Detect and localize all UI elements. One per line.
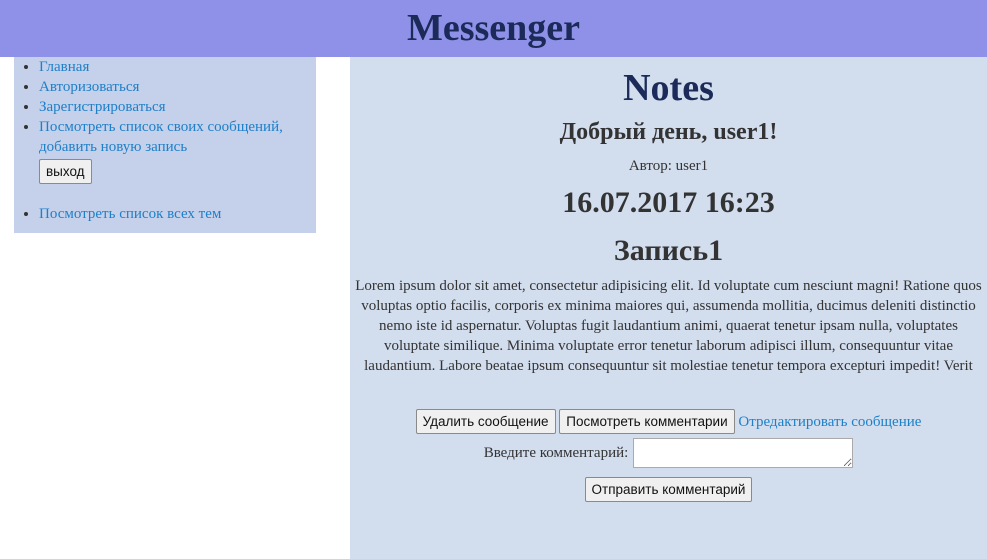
list-item: Авторизоваться	[39, 77, 316, 97]
greeting: Добрый день, user1!	[559, 119, 778, 145]
message-actions: Удалить сообщение Посмотреть комментарии…	[350, 409, 987, 434]
nav-link-home[interactable]: Главная	[39, 59, 89, 75]
main-content: Notes Добрый день, user1! Автор: user1 1…	[350, 57, 987, 559]
nav-link-my-messages[interactable]: Посмотреть список своих сообщений, добав…	[39, 119, 283, 155]
comment-form: Введите комментарий:	[350, 438, 987, 468]
list-item: Посмотреть список всех тем	[39, 204, 316, 224]
send-row: Отправить комментарий	[350, 477, 987, 502]
view-comments-button[interactable]: Посмотреть комментарии	[559, 409, 735, 434]
logout-wrap: выход	[14, 159, 316, 184]
message-title: Запись1	[613, 234, 724, 267]
message-body: Lorem ipsum dolor sit amet, consectetur …	[355, 278, 982, 374]
delete-message-button[interactable]: Удалить сообщение	[415, 409, 556, 434]
site-title: Messenger	[406, 7, 581, 49]
sidebar-menu-secondary: Посмотреть список всех тем	[14, 204, 316, 224]
list-item: Главная	[39, 57, 316, 77]
sidebar: Главная Авторизоваться Зарегистрироватьс…	[14, 57, 316, 233]
edit-message-link[interactable]: Отредактировать сообщение	[738, 414, 921, 430]
list-item: Зарегистрироваться	[39, 97, 316, 117]
send-comment-button[interactable]: Отправить комментарий	[584, 477, 753, 502]
logout-button[interactable]: выход	[39, 159, 92, 184]
site-header: Messenger	[0, 0, 987, 57]
nav-link-all-topics[interactable]: Посмотреть список всех тем	[39, 206, 221, 222]
nav-link-register[interactable]: Зарегистрироваться	[39, 99, 166, 115]
author-label: Автор: user1	[628, 158, 709, 174]
nav-link-login[interactable]: Авторизоваться	[39, 79, 139, 95]
sidebar-menu: Главная Авторизоваться Зарегистрироватьс…	[14, 57, 316, 157]
list-item: Посмотреть список своих сообщений, добав…	[39, 117, 316, 157]
comment-label: Введите комментарий:	[483, 444, 629, 461]
message-datetime: 16.07.2017 16:23	[562, 186, 775, 219]
page-title: Notes	[623, 67, 714, 109]
comment-input[interactable]	[633, 438, 854, 468]
